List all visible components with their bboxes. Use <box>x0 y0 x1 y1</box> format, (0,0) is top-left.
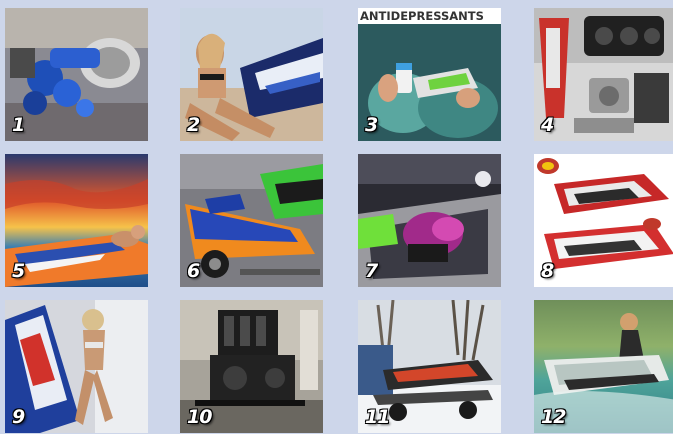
tile-number: 6 <box>187 260 200 282</box>
tile-number: 10 <box>187 406 212 428</box>
gallery-tile-12[interactable]: 12 <box>534 300 673 433</box>
tile-number: 4 <box>541 114 554 136</box>
gallery-tile-4[interactable]: 4 <box>534 8 673 141</box>
tile-number: 12 <box>541 406 566 428</box>
tile-image <box>5 300 148 433</box>
tile-image <box>358 8 501 141</box>
tile-image <box>534 8 673 141</box>
gallery-tile-2[interactable]: 2 <box>180 8 323 141</box>
tile-image <box>180 8 323 141</box>
tile-caption: ANTIDEPRESSANTS <box>358 8 501 24</box>
tile-number: 5 <box>12 260 25 282</box>
tile-image <box>5 8 148 141</box>
tile-number: 1 <box>12 114 25 136</box>
tile-number: 8 <box>541 260 554 282</box>
gallery-tile-9[interactable]: 9 <box>5 300 148 433</box>
gallery-tile-11[interactable]: 11 <box>358 300 501 433</box>
tile-number: 11 <box>365 406 390 428</box>
tile-number: 7 <box>365 260 378 282</box>
tile-number: 3 <box>365 114 378 136</box>
tile-image <box>534 154 673 287</box>
tile-number: 9 <box>12 406 25 428</box>
gallery-tile-3[interactable]: ANTIDEPRESSANTS 3 <box>358 8 501 141</box>
gallery-tile-8[interactable]: 8 <box>534 154 673 287</box>
tile-image <box>5 154 148 287</box>
tile-image <box>180 154 323 287</box>
gallery-tile-5[interactable]: 5 <box>5 154 148 287</box>
tile-image <box>358 154 501 287</box>
gallery-tile-7[interactable]: 7 <box>358 154 501 287</box>
gallery-tile-1[interactable]: 1 <box>5 8 148 141</box>
image-gallery: 1 2 ANTIDEPRESSANTS 3 4 5 6 7 8 9 10 11 … <box>0 0 673 434</box>
tile-number: 2 <box>187 114 200 136</box>
gallery-tile-6[interactable]: 6 <box>180 154 323 287</box>
gallery-tile-10[interactable]: 10 <box>180 300 323 433</box>
